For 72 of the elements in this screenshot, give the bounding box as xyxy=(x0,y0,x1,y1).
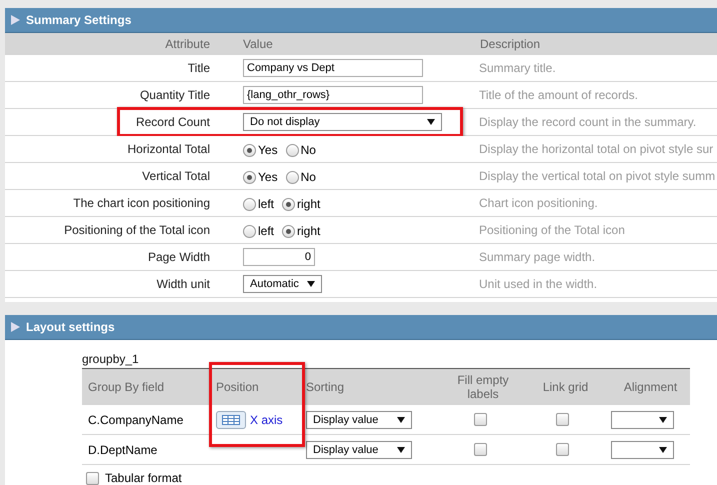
position-link[interactable]: X axis xyxy=(250,412,283,426)
radio-button[interactable] xyxy=(243,198,256,210)
attribute-label: Horizontal Total xyxy=(126,141,211,156)
radio-button[interactable] xyxy=(286,144,299,156)
attribute-label: Title xyxy=(186,60,211,75)
radio-button[interactable] xyxy=(243,144,256,156)
attribute-label: Positioning of the Total icon xyxy=(63,222,211,237)
attribute-label: Page Width xyxy=(146,249,211,264)
radio-label: No xyxy=(300,170,316,184)
column-header: Alignment xyxy=(622,380,678,394)
checkbox[interactable] xyxy=(474,413,486,426)
radio-label: right xyxy=(297,224,320,238)
description-text: Title of the amount of records. xyxy=(478,87,639,102)
description-text: Chart icon positioning. xyxy=(478,195,599,210)
attribute-label: Vertical Total xyxy=(141,168,211,183)
caret-icon xyxy=(659,416,667,422)
attribute-label: Width unit xyxy=(156,276,211,291)
alignment-dropdown[interactable] xyxy=(611,440,674,458)
column-header: Link grid xyxy=(542,380,590,394)
column-header: Description xyxy=(479,36,542,50)
triangle-icon[interactable] xyxy=(11,322,20,332)
caret-icon xyxy=(397,446,405,452)
radio-label: left xyxy=(258,224,274,238)
radio-button[interactable] xyxy=(286,170,299,184)
column-header: Position xyxy=(215,380,260,394)
description-text: Display the vertical total on pivot style summ xyxy=(478,168,716,183)
field-name: D.DeptName xyxy=(87,442,158,456)
radio-button[interactable] xyxy=(243,170,256,184)
caret-icon xyxy=(307,281,315,287)
alignment-dropdown[interactable] xyxy=(611,410,674,428)
section-header[interactable]: Layout settings xyxy=(5,315,717,340)
checkbox[interactable] xyxy=(474,443,486,456)
caret-icon xyxy=(427,119,435,125)
radio-label: Yes xyxy=(258,143,278,157)
checkbox-label: Tabular format xyxy=(105,471,182,485)
column-header: Group By field xyxy=(87,380,166,394)
checkbox[interactable] xyxy=(556,443,569,456)
attribute-label: The chart icon positioning xyxy=(72,195,211,210)
sorting-dropdown[interactable]: Display value xyxy=(306,410,412,428)
column-header: Fill empty labels xyxy=(456,372,510,400)
description-text: Display the record count in the summary. xyxy=(478,114,698,129)
caret-icon xyxy=(397,416,405,422)
description-text: Positioning of the Total icon xyxy=(478,222,626,237)
section-header[interactable]: Summary Settings xyxy=(5,8,717,33)
radio-button[interactable] xyxy=(282,198,296,210)
radio-button[interactable] xyxy=(282,224,296,238)
text-field[interactable]: Company vs Dept xyxy=(243,59,423,77)
radio-label: right xyxy=(297,197,320,211)
description-text: Display the horizontal total on pivot style sur xyxy=(478,141,714,156)
text-field[interactable]: {lang_othr_rows} xyxy=(243,86,423,104)
number-field[interactable]: 0 xyxy=(243,248,315,266)
radio-label: No xyxy=(300,143,316,157)
attribute-label: Record Count xyxy=(134,114,211,129)
sorting-dropdown[interactable]: Display value xyxy=(306,440,412,458)
description-text: Unit used in the width. xyxy=(478,276,598,291)
column-header: Sorting xyxy=(305,380,346,394)
description-text: Summary title. xyxy=(478,60,557,75)
dropdown[interactable]: Do not display xyxy=(243,113,442,131)
triangle-icon[interactable] xyxy=(11,15,20,25)
attribute-label: Quantity Title xyxy=(138,87,211,102)
field-name: C.CompanyName xyxy=(87,412,184,426)
column-header: Attribute xyxy=(164,36,211,50)
dropdown[interactable]: Automatic xyxy=(243,275,322,293)
column-header: Value xyxy=(242,36,274,50)
radio-label: Yes xyxy=(258,170,278,184)
description-text: Summary page width. xyxy=(478,249,596,264)
radio-label: left xyxy=(258,197,274,211)
radio-button[interactable] xyxy=(243,224,256,238)
checkbox[interactable] xyxy=(556,413,569,426)
table-icon[interactable] xyxy=(216,410,246,428)
caret-icon xyxy=(659,446,667,452)
checkbox[interactable] xyxy=(86,472,99,484)
